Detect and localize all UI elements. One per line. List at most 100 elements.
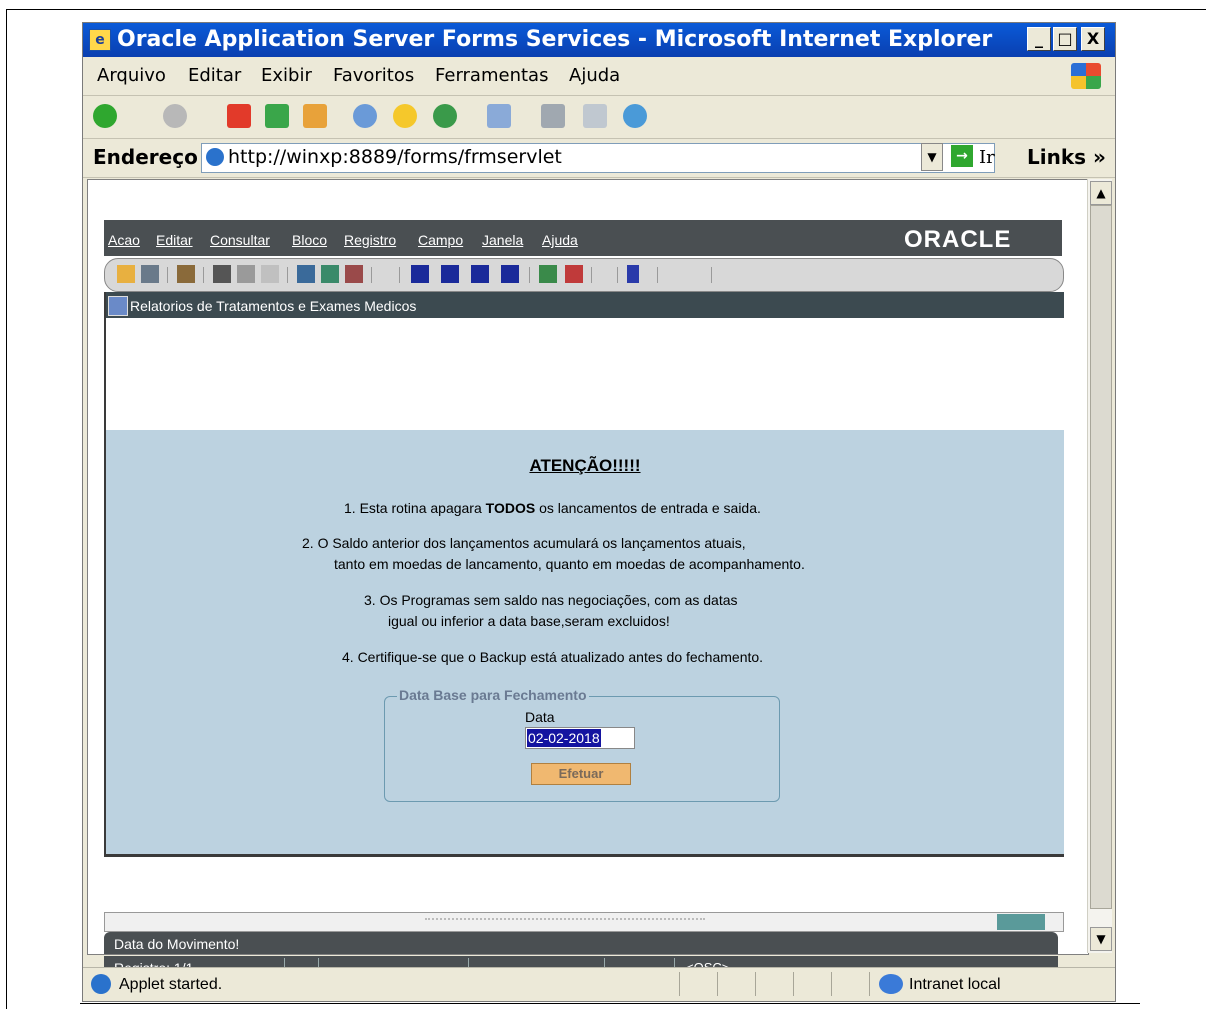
title-bar[interactable]: e Oracle Application Server Forms Servic… [83, 23, 1115, 57]
insert-record-icon[interactable] [539, 265, 557, 283]
window-title: Oracle Application Server Forms Services… [117, 27, 993, 52]
status-separator [755, 972, 756, 996]
scroll-thumb[interactable] [1090, 205, 1112, 909]
toolbar-separator [287, 267, 288, 283]
toolbar-separator [167, 267, 168, 283]
ie-window-icon: e [89, 29, 111, 51]
toolbar-separator [617, 267, 618, 283]
ie-status-bar: Applet started. Intranet local [83, 967, 1115, 1000]
forms-menu-bloco[interactable]: Bloco [292, 232, 327, 248]
edit-icon[interactable] [583, 104, 607, 128]
scroll-down-icon[interactable]: ▼ [1090, 927, 1112, 951]
menu-ajuda[interactable]: Ajuda [569, 65, 620, 86]
menu-editar[interactable]: Editar [188, 65, 241, 86]
forms-toolbar [104, 258, 1064, 292]
copy-icon[interactable] [237, 265, 255, 283]
close-button[interactable]: X [1081, 27, 1105, 51]
data-field[interactable]: 02-02-2018 [525, 727, 635, 749]
go-button[interactable]: Ir [979, 147, 995, 168]
status-separator [831, 972, 832, 996]
minimize-button[interactable]: _ [1027, 27, 1051, 51]
favorites-icon[interactable] [393, 104, 417, 128]
ie-page-icon [91, 974, 111, 994]
status-separator [679, 972, 680, 996]
exit-icon[interactable] [177, 265, 195, 283]
efetuar-button[interactable]: Efetuar [531, 763, 631, 785]
print-icon[interactable] [541, 104, 565, 128]
address-bar: Endereço http://winxp:8889/forms/frmserv… [83, 139, 1115, 178]
cancel-query-icon[interactable] [345, 265, 363, 283]
back-icon[interactable] [93, 104, 117, 128]
first-record-icon[interactable] [411, 265, 429, 283]
horizontal-scrollbar[interactable] [104, 912, 1064, 932]
execute-query-icon[interactable] [321, 265, 339, 283]
menu-favoritos[interactable]: Favoritos [333, 65, 414, 86]
forms-menu-campo[interactable]: Campo [418, 232, 463, 248]
ie-window: e Oracle Application Server Forms Servic… [82, 22, 1116, 1002]
warning-line-2b: tanto em moedas de lancamento, quanto em… [334, 556, 805, 572]
search-icon[interactable] [353, 104, 377, 128]
messenger-icon[interactable] [623, 104, 647, 128]
home-icon[interactable] [303, 104, 327, 128]
windows-logo-icon [1071, 63, 1101, 89]
ie-toolbar [83, 96, 1115, 139]
menu-ferramentas[interactable]: Ferramentas [435, 65, 548, 86]
oracle-logo: ORACLE [904, 226, 1012, 253]
content-area: Acao Editar Consultar Bloco Registro Cam… [87, 179, 1089, 978]
form-window-icon [108, 296, 128, 316]
form-window: Relatorios de Tratamentos e Exames Medic… [104, 292, 1064, 857]
toolbar-separator [591, 267, 592, 283]
maximize-button[interactable]: □ [1053, 27, 1077, 51]
forward-icon[interactable] [163, 104, 187, 128]
forms-menu-consultar[interactable]: Consultar [210, 232, 270, 248]
frame-top [6, 9, 1206, 10]
address-label: Endereço [93, 145, 198, 169]
paste-icon[interactable] [261, 265, 279, 283]
menu-arquivo[interactable]: Arquivo [97, 65, 166, 86]
toolbar-separator [371, 267, 372, 283]
form-title: Relatorios de Tratamentos e Exames Medic… [130, 298, 417, 314]
last-record-icon[interactable] [501, 265, 519, 283]
print-icon[interactable] [141, 265, 159, 283]
warning-line-3a: 3. Os Programas sem saldo nas negociaçõe… [364, 592, 738, 608]
frame-bottom [80, 1003, 1140, 1004]
mail-icon[interactable] [487, 104, 511, 128]
warning-panel: ATENÇÃO!!!!! 1. Esta rotina apagara TODO… [106, 430, 1064, 854]
status-separator [717, 972, 718, 996]
toolbar-separator [203, 267, 204, 283]
forms-menu-editar[interactable]: Editar [156, 232, 193, 248]
frame-left [6, 9, 7, 1009]
group-title: Data Base para Fechamento [397, 687, 589, 703]
address-dropdown-icon[interactable]: ▼ [921, 143, 943, 171]
forms-menu-acao[interactable]: Acao [108, 232, 140, 248]
menu-exibir[interactable]: Exibir [261, 65, 312, 86]
next-record-icon[interactable] [471, 265, 489, 283]
refresh-icon[interactable] [265, 104, 289, 128]
stop-icon[interactable] [227, 104, 251, 128]
history-icon[interactable] [433, 104, 457, 128]
go-icon[interactable]: → [951, 145, 973, 167]
forms-message-bar: Data do Movimento! [104, 932, 1058, 954]
data-field-value: 02-02-2018 [527, 729, 601, 747]
cut-icon[interactable] [213, 265, 231, 283]
address-input[interactable]: http://winxp:8889/forms/frmservlet [201, 143, 995, 173]
zone-label: Intranet local [909, 976, 1001, 993]
enter-query-icon[interactable] [297, 265, 315, 283]
scroll-up-icon[interactable]: ▲ [1090, 181, 1112, 205]
previous-record-icon[interactable] [441, 265, 459, 283]
forms-menu-registro[interactable]: Registro [344, 232, 396, 248]
form-title-bar[interactable]: Relatorios de Tratamentos e Exames Medic… [106, 292, 1064, 318]
scroll-thumb[interactable] [997, 914, 1045, 930]
help-icon[interactable] [627, 265, 639, 283]
forms-menu-janela[interactable]: Janela [482, 232, 523, 248]
links-button[interactable]: Links » [1027, 145, 1106, 169]
delete-record-icon[interactable] [565, 265, 583, 283]
warning-heading: ATENÇÃO!!!!! [529, 456, 641, 475]
intranet-zone-icon [879, 974, 903, 994]
ie-menu-bar: Arquivo Editar Exibir Favoritos Ferramen… [83, 57, 1115, 96]
open-icon[interactable] [117, 265, 135, 283]
ie-status-text: Applet started. [119, 976, 223, 993]
forms-menu-ajuda[interactable]: Ajuda [542, 232, 578, 248]
vertical-scrollbar[interactable]: ▲ ▼ [1087, 179, 1112, 953]
warning-line-3b: igual ou inferior a data base,seram excl… [388, 613, 670, 629]
